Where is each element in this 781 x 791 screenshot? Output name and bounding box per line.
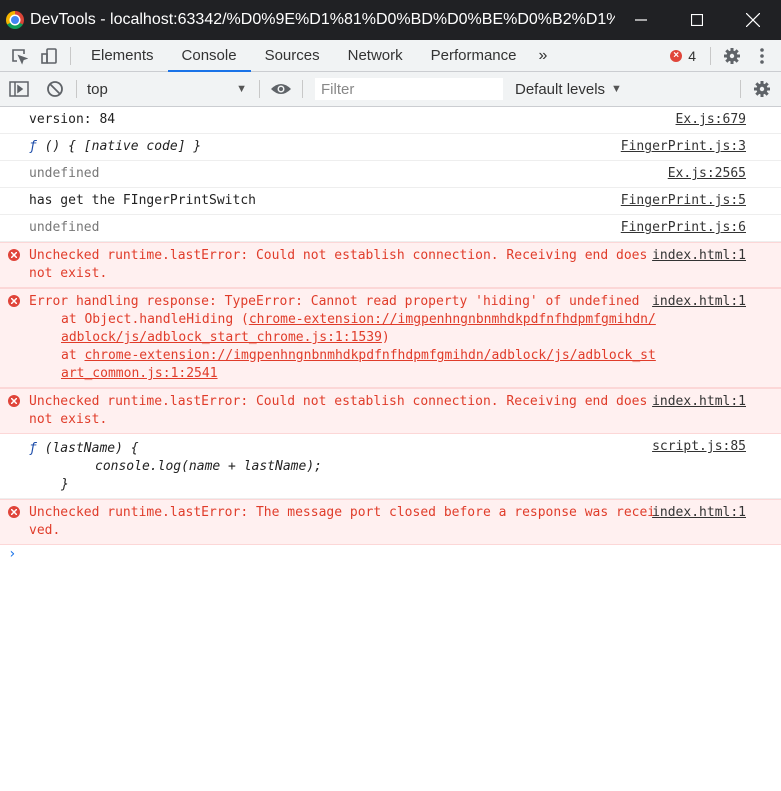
stack-frame: at chrome-extension://imgpenhngnbnmhdkpd… xyxy=(29,347,661,383)
source-link[interactable]: Ex.js:2565 xyxy=(668,165,746,183)
divider xyxy=(259,80,260,98)
console-error-message: Unchecked runtime.lastError: Could not e… xyxy=(0,388,781,434)
divider xyxy=(740,80,741,98)
console-error-message: Unchecked runtime.lastError: Could not e… xyxy=(0,242,781,288)
message-text: () { [native code] } xyxy=(44,139,202,154)
divider xyxy=(70,46,71,65)
settings-button[interactable] xyxy=(717,41,747,71)
error-count-badge[interactable]: × 4 xyxy=(670,48,696,64)
console-message: undefined Ex.js:2565 xyxy=(0,161,781,188)
eye-icon xyxy=(271,84,291,94)
show-sidebar-button[interactable] xyxy=(4,74,34,104)
device-toolbar-button[interactable] xyxy=(34,41,64,71)
device-mobile-icon xyxy=(41,47,57,64)
devtools-tabbar: Elements Console Sources Network Perform… xyxy=(0,40,781,72)
function-line: } xyxy=(61,477,69,492)
source-link[interactable]: index.html:1 xyxy=(652,504,746,522)
function-symbol: ƒ xyxy=(29,441,45,456)
console-messages: version: 84 Ex.js:679 ƒ () { [native cod… xyxy=(0,107,781,571)
tab-network[interactable]: Network xyxy=(334,40,417,71)
maximize-button[interactable] xyxy=(669,0,725,40)
clear-block-icon xyxy=(47,81,63,97)
stack-frame: at Object.handleHiding (chrome-extension… xyxy=(29,311,661,347)
message-text: has get the FIngerPrintSwitch xyxy=(29,193,256,208)
divider xyxy=(710,46,711,65)
maximize-icon xyxy=(691,14,703,26)
console-error-message: Error handling response: TypeError: Cann… xyxy=(0,288,781,388)
message-text: undefined xyxy=(29,166,100,181)
gear-icon xyxy=(754,81,770,97)
source-link[interactable]: index.html:1 xyxy=(652,293,746,311)
error-icon xyxy=(8,295,20,307)
error-icon xyxy=(8,249,20,261)
message-text: Unchecked runtime.lastError: The message… xyxy=(29,505,656,538)
error-icon: × xyxy=(670,49,683,62)
prompt-chevron-icon: › xyxy=(8,546,17,562)
message-text: undefined xyxy=(29,220,100,235)
context-value: top xyxy=(87,80,108,98)
console-message: ƒ () { [native code] } FingerPrint.js:3 xyxy=(0,134,781,161)
filter-input[interactable] xyxy=(315,78,503,100)
divider xyxy=(302,80,303,98)
more-tabs-button[interactable]: » xyxy=(531,47,556,65)
source-link[interactable]: Ex.js:679 xyxy=(676,111,746,129)
console-message: undefined FingerPrint.js:6 xyxy=(0,215,781,242)
close-window-button[interactable] xyxy=(725,0,781,40)
source-link[interactable]: index.html:1 xyxy=(652,393,746,411)
inspect-element-button[interactable] xyxy=(4,41,34,71)
error-count: 4 xyxy=(688,47,696,64)
function-line: ƒ (lastName) { xyxy=(29,441,139,456)
dropdown-arrow-icon: ▼ xyxy=(611,83,622,95)
tab-console[interactable]: Console xyxy=(167,40,251,72)
source-link[interactable]: FingerPrint.js:5 xyxy=(621,192,746,210)
window-title: DevTools - localhost:63342/%D0%9E%D1%81%… xyxy=(30,11,615,28)
message-text: Unchecked runtime.lastError: Could not e… xyxy=(29,394,656,427)
source-link[interactable]: index.html:1 xyxy=(652,247,746,265)
dropdown-arrow-icon: ▼ xyxy=(236,83,247,95)
console-toolbar: top ▼ Default levels ▼ xyxy=(0,72,781,107)
log-levels-dropdown[interactable]: Default levels ▼ xyxy=(515,81,622,98)
sidebar-toggle-icon xyxy=(9,81,29,97)
source-link[interactable]: FingerPrint.js:3 xyxy=(621,138,746,156)
function-symbol: ƒ xyxy=(29,139,45,154)
tab-elements[interactable]: Elements xyxy=(77,40,168,71)
levels-label: Default levels xyxy=(515,80,606,98)
stack-prefix: at xyxy=(61,348,85,363)
window-titlebar: DevTools - localhost:63342/%D0%9E%D1%81%… xyxy=(0,0,781,40)
stack-link[interactable]: chrome-extension://imgpenhngnbnmhdkpdfnf… xyxy=(61,348,656,381)
close-icon xyxy=(746,13,760,27)
message-text: version: 84 xyxy=(29,112,116,127)
message-text: Unchecked runtime.lastError: Could not e… xyxy=(29,248,656,281)
chrome-logo-icon xyxy=(6,11,24,29)
console-error-message: Unchecked runtime.lastError: The message… xyxy=(0,499,781,545)
kebab-menu-icon xyxy=(760,47,764,64)
minimize-icon xyxy=(635,19,647,21)
live-expression-button[interactable] xyxy=(266,74,296,104)
stack-suffix: ) xyxy=(381,330,390,345)
console-message: ƒ (lastName) { console.log(name + lastNa… xyxy=(0,434,781,499)
console-settings-button[interactable] xyxy=(747,74,777,104)
console-message: version: 84 Ex.js:679 xyxy=(0,107,781,134)
gear-icon xyxy=(724,47,740,64)
function-line: console.log(name + lastName); xyxy=(95,459,322,474)
error-icon xyxy=(8,395,20,407)
context-selector[interactable]: top ▼ xyxy=(83,77,253,101)
minimize-button[interactable] xyxy=(613,0,669,40)
tab-sources[interactable]: Sources xyxy=(251,40,334,71)
customize-menu-button[interactable] xyxy=(747,41,777,71)
tab-performance[interactable]: Performance xyxy=(417,40,531,71)
console-message: has get the FIngerPrintSwitch FingerPrin… xyxy=(0,188,781,215)
divider xyxy=(76,80,77,98)
source-link[interactable]: FingerPrint.js:6 xyxy=(621,219,746,237)
source-link[interactable]: script.js:85 xyxy=(652,438,746,456)
stack-prefix: at Object.handleHiding ( xyxy=(61,312,249,327)
console-prompt[interactable]: › xyxy=(0,545,781,571)
clear-console-button[interactable] xyxy=(40,74,70,104)
inspect-cursor-icon xyxy=(12,48,28,65)
error-icon xyxy=(8,506,20,518)
message-text: Error handling response: TypeError: Cann… xyxy=(29,294,640,309)
